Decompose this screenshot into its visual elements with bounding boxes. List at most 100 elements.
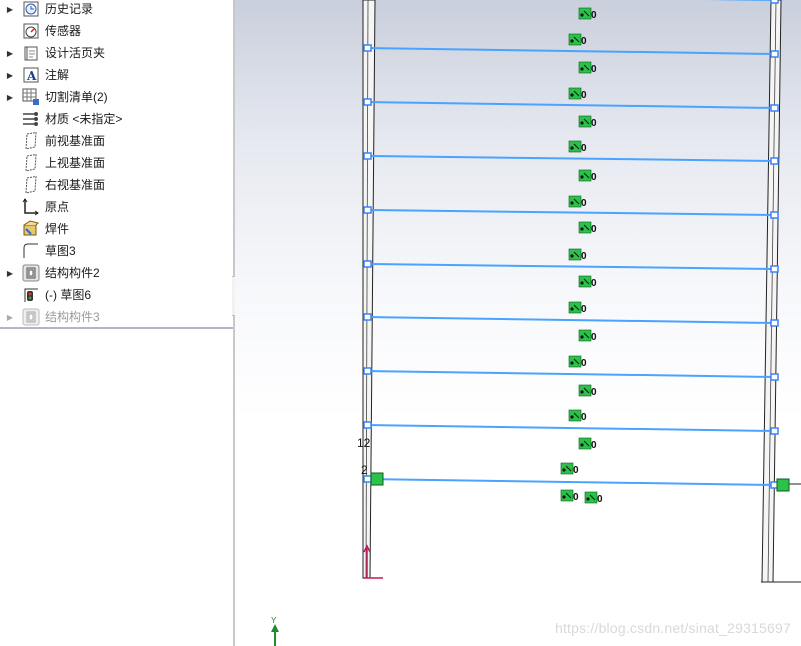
sketch-line[interactable] [363,44,779,58]
sketch-point[interactable] [363,313,372,321]
tree-item-sensors[interactable]: 传感器 [0,20,233,42]
relation-count-label: 0 [573,465,579,476]
sketch-point[interactable] [363,98,372,106]
sketch-point[interactable] [770,0,779,4]
sketch-point[interactable] [770,427,779,435]
sketch-line[interactable] [363,206,779,219]
relation-count-label: 0 [581,412,587,423]
relation-count-label: 0 [581,358,587,369]
sensor-icon [22,22,40,40]
relation-badge[interactable]: 0 [568,409,587,423]
relation-badge[interactable]: 0 [568,301,587,315]
sketch-canvas[interactable]: 0 0 0 0 0 0 0 0 0 0 0 0 0 0 0 0 0 0 0 0 12 2 Y [235,0,801,646]
expand-arrow-icon[interactable]: ▶ [0,269,18,278]
material-icon [22,110,40,128]
tree-item-annotations[interactable]: ▶ A 注解 [0,64,233,86]
tree-item-label: 传感器 [45,24,82,38]
sketch-point[interactable] [363,367,372,375]
relation-badge[interactable]: 0 [578,437,597,451]
relation-badge[interactable]: 0 [568,195,587,209]
relation-badge[interactable]: 0 [568,355,587,369]
relation-badge[interactable]: 0 [560,489,579,503]
relation-count-label: 0 [591,440,597,451]
expand-arrow-icon[interactable]: ▶ [0,313,18,322]
solidworks-window: ▶ 历史记录 传感器 ▶ 设计活页夹 ▶ A 注解 ▶ 切割清单(2) 材质 <… [0,0,801,646]
tree-item-origin[interactable]: 原点 [0,196,233,218]
dimension-label[interactable]: 2 [361,463,368,477]
sketch-line[interactable] [363,421,779,435]
sketch-point[interactable] [363,421,372,429]
structural-member-icon [22,308,40,326]
sketch-point[interactable] [363,206,372,214]
relation-badge[interactable]: 0 [568,248,587,262]
relation-badge[interactable]: 0 [578,275,597,289]
tree-item-design-binder[interactable]: ▶ 设计活页夹 [0,42,233,64]
history-icon [22,0,40,18]
tree-item-history[interactable]: ▶ 历史记录 [0,0,233,20]
tree-item-sketch3[interactable]: 草图3 [0,240,233,262]
relation-badge[interactable]: 0 [578,7,597,21]
expand-arrow-icon[interactable]: ▶ [0,93,18,102]
sketch-line[interactable] [363,313,779,327]
tree-item-label: 右视基准面 [45,178,106,192]
sketch-point[interactable] [363,44,372,52]
relation-badge[interactable]: 0 [578,115,597,129]
relation-badge[interactable]: 0 [584,491,603,505]
graphics-viewport[interactable]: 0 0 0 0 0 0 0 0 0 0 0 0 0 0 0 0 0 0 0 0 12 2 Y https://blog… [235,0,801,646]
sketch-line[interactable] [363,98,779,112]
relation-badge[interactable]: 0 [578,329,597,343]
tree-item-top-plane[interactable]: 上视基准面 [0,152,233,174]
relation-badge[interactable]: 0 [568,87,587,101]
rollback-bar[interactable] [0,327,233,329]
relation-badge[interactable]: 0 [568,33,587,47]
sketch-line[interactable] [363,475,779,489]
relation-badge[interactable]: 0 [578,384,597,398]
relation-count-label: 0 [591,224,597,235]
sketch-point[interactable] [770,104,779,112]
relation-count-label: 0 [591,172,597,183]
left-structural-member[interactable] [362,0,376,579]
sketch-point[interactable] [363,152,372,160]
tree-item-label: 结构构件2 [45,266,100,280]
relation-badge[interactable]: 0 [578,61,597,75]
tree-item-material[interactable]: 材质 <未指定> [0,108,233,130]
annotation-icon: A [22,66,40,84]
sketch-line[interactable] [368,0,779,4]
relation-count-label: 0 [597,494,603,505]
plane-icon [22,154,40,172]
cut-list-icon [22,88,40,106]
sketch-icon [22,242,40,260]
tree-item-right-plane[interactable]: 右视基准面 [0,174,233,196]
tree-item-front-plane[interactable]: 前视基准面 [0,130,233,152]
sketch-point[interactable] [770,50,779,58]
sketch-point[interactable] [770,265,779,273]
relation-badge[interactable]: 0 [578,169,597,183]
tree-item-structural-member3[interactable]: ▶ 结构构件3 [0,306,233,328]
tree-item-cut-list[interactable]: ▶ 切割清单(2) [0,86,233,108]
relation-count-label: 0 [581,36,587,47]
sketch-line[interactable] [363,152,779,165]
sketch-line[interactable] [363,367,779,381]
expand-arrow-icon[interactable]: ▶ [0,71,18,80]
sketch-point[interactable] [770,211,779,219]
tree-item-structural-member2[interactable]: ▶ 结构构件2 [0,262,233,284]
relation-badge[interactable]: 0 [578,221,597,235]
sketch-point[interactable] [770,319,779,327]
sketch-line[interactable] [363,260,779,273]
tree-item-sketch6[interactable]: (-) 草图6 [0,284,233,306]
relation-badge[interactable]: 0 [568,140,587,154]
expand-arrow-icon[interactable]: ▶ [0,49,18,58]
dimension-label[interactable]: 12 [357,436,371,450]
tree-item-label: 草图3 [45,244,76,258]
relation-count-label: 0 [591,387,597,398]
sketch-point[interactable] [363,260,372,268]
relation-count-label: 0 [591,278,597,289]
sketch-point[interactable] [770,157,779,165]
relation-badge[interactable]: 0 [560,462,579,476]
tree-item-weldment[interactable]: 焊件 [0,218,233,240]
right-structural-member[interactable] [761,0,782,583]
sketch-point[interactable] [770,373,779,381]
expand-arrow-icon[interactable]: ▶ [0,5,18,14]
tree-item-label: 设计活页夹 [45,46,106,60]
design-binder-icon [22,44,40,62]
